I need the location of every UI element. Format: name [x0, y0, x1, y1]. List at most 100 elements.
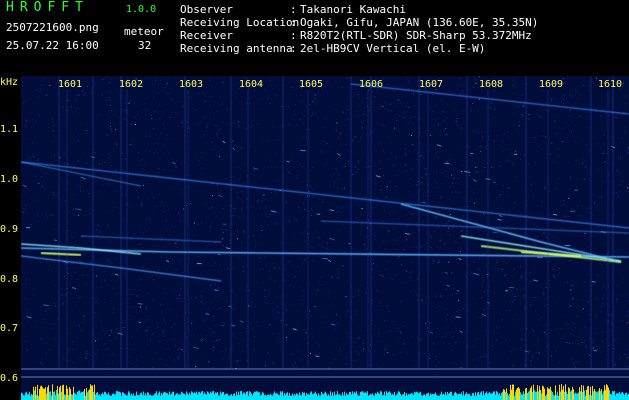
signal-bar	[553, 394, 554, 400]
signal-bar	[421, 395, 422, 400]
noise-speck	[174, 323, 176, 325]
meteor-label: meteor	[124, 25, 164, 38]
noise-speck	[21, 306, 23, 308]
noise-speck	[587, 218, 589, 220]
noise-speck	[511, 301, 513, 303]
noise-speck	[104, 279, 106, 281]
noise-speck	[332, 337, 334, 339]
noise-speck	[272, 362, 274, 364]
noise-speck	[202, 290, 204, 292]
noise-speck	[160, 79, 162, 81]
noise-speck	[267, 351, 269, 353]
noise-speck	[423, 168, 425, 170]
signal-bar	[420, 391, 421, 400]
noise-speck	[175, 167, 177, 169]
noise-speck	[136, 359, 138, 361]
noise-speck	[357, 93, 359, 95]
noise-speck	[585, 347, 587, 349]
noise-speck	[114, 115, 116, 117]
noise-speck	[285, 201, 287, 203]
noise-speck	[215, 213, 217, 215]
noise-speck	[109, 335, 111, 336]
noise-speck	[194, 109, 196, 111]
noise-speck	[306, 180, 308, 182]
noise-speck	[181, 194, 183, 196]
signal-bar	[577, 393, 578, 400]
noise-speck	[236, 192, 238, 194]
noise-speck	[415, 246, 417, 248]
signal-bar	[48, 385, 49, 400]
noise-speck	[545, 102, 547, 104]
signal-bar	[583, 385, 584, 400]
noise-speck	[438, 117, 440, 119]
noise-speck	[582, 308, 584, 310]
noise-speck	[436, 182, 438, 184]
noise-speck	[462, 110, 464, 112]
noise-speck	[546, 345, 548, 347]
noise-speck	[91, 297, 93, 299]
noise-speck	[527, 124, 529, 126]
noise-speck	[602, 297, 604, 299]
signal-bar	[168, 394, 169, 400]
signal-bar	[550, 386, 551, 400]
signal-bar	[312, 394, 313, 400]
noise-speck	[555, 350, 557, 352]
noise-speck	[231, 305, 233, 307]
noise-speck	[402, 117, 404, 118]
signal-bar	[203, 394, 204, 400]
noise-speck	[382, 220, 384, 222]
signal-bar	[117, 391, 118, 400]
signal-bar	[406, 393, 407, 400]
signal-bar	[105, 391, 106, 400]
noise-speck	[98, 115, 100, 117]
noise-speck	[61, 294, 63, 296]
signal-bar	[66, 385, 67, 400]
signal-bar	[38, 395, 39, 400]
signal-bar	[466, 392, 467, 400]
noise-speck	[383, 124, 385, 126]
noise-speck	[383, 240, 385, 242]
noise-speck	[125, 103, 127, 104]
noise-speck	[231, 290, 233, 292]
signal-bar	[425, 395, 426, 400]
noise-speck	[471, 99, 473, 101]
signal-bar	[290, 395, 291, 400]
noise-speck	[481, 170, 483, 172]
noise-speck	[522, 105, 524, 107]
signal-bar	[103, 394, 104, 400]
noise-speck	[316, 101, 318, 103]
signal-bar	[191, 391, 192, 400]
noise-speck	[617, 330, 619, 332]
noise-speck	[420, 155, 422, 157]
noise-speck	[387, 352, 388, 354]
noise-speck	[253, 349, 255, 351]
noise-speck	[391, 119, 393, 121]
noise-speck	[132, 316, 134, 318]
noise-speck	[134, 116, 136, 118]
noise-speck	[149, 135, 151, 137]
noise-speck	[541, 148, 543, 150]
noise-speck	[100, 154, 102, 156]
signal-bar	[138, 395, 139, 400]
noise-speck	[485, 99, 487, 101]
noise-speck	[166, 134, 168, 136]
noise-speck	[217, 296, 219, 298]
noise-speck	[299, 164, 301, 166]
noise-speck	[238, 256, 240, 258]
noise-speck	[421, 339, 423, 341]
noise-speck	[554, 120, 556, 122]
noise-speck	[588, 111, 589, 113]
noise-speck	[498, 232, 500, 234]
noise-speck	[505, 251, 507, 253]
noise-speck	[410, 213, 412, 215]
signal-bar	[209, 394, 210, 400]
noise-speck	[374, 351, 376, 353]
noise-speck	[520, 332, 522, 334]
signal-bar	[98, 395, 99, 400]
signal-bar	[57, 386, 58, 400]
noise-speck	[504, 275, 506, 276]
noise-speck	[375, 197, 377, 199]
meteor-ping	[315, 355, 320, 357]
noise-speck	[358, 327, 360, 329]
noise-speck	[626, 191, 627, 193]
